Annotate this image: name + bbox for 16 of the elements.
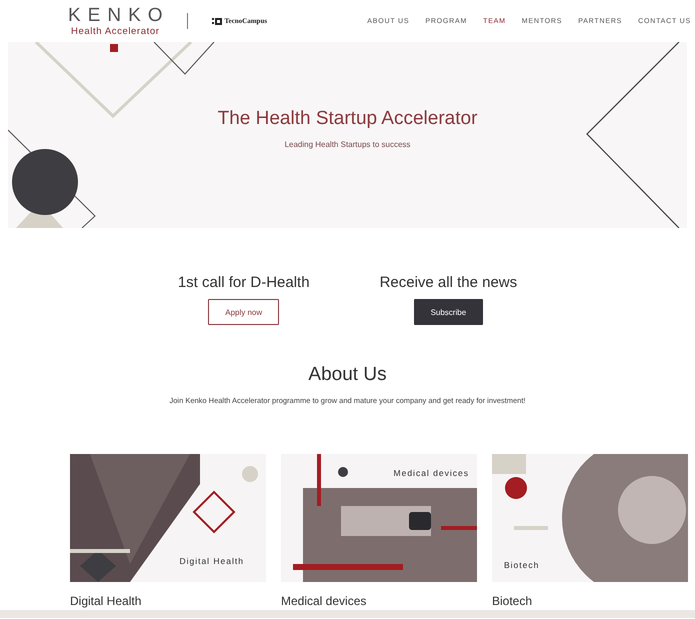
image-label: Biotech (504, 560, 540, 570)
call-heading: 1st call for D-Health (178, 274, 310, 291)
image-label: Medical devices (394, 468, 469, 478)
subscribe-button[interactable]: Subscribe (414, 299, 484, 325)
logo-subtitle: Health Accelerator (71, 26, 160, 36)
apply-button[interactable]: Apply now (208, 299, 280, 325)
card-title[interactable]: Digital Health (70, 594, 266, 608)
hero-subtitle: Leading Health Startups to success (284, 140, 410, 149)
card-title[interactable]: Biotech (492, 594, 688, 608)
call-heading: Receive all the news (380, 274, 518, 291)
image-label: Digital Health (179, 556, 244, 566)
section-heading: About Us (308, 364, 387, 386)
partner-logo-icon (212, 18, 222, 24)
logo-title: KENKO (68, 6, 170, 26)
card-title[interactable]: Medical devices (281, 594, 477, 608)
hero-title: The Health Startup Accelerator (218, 108, 478, 130)
